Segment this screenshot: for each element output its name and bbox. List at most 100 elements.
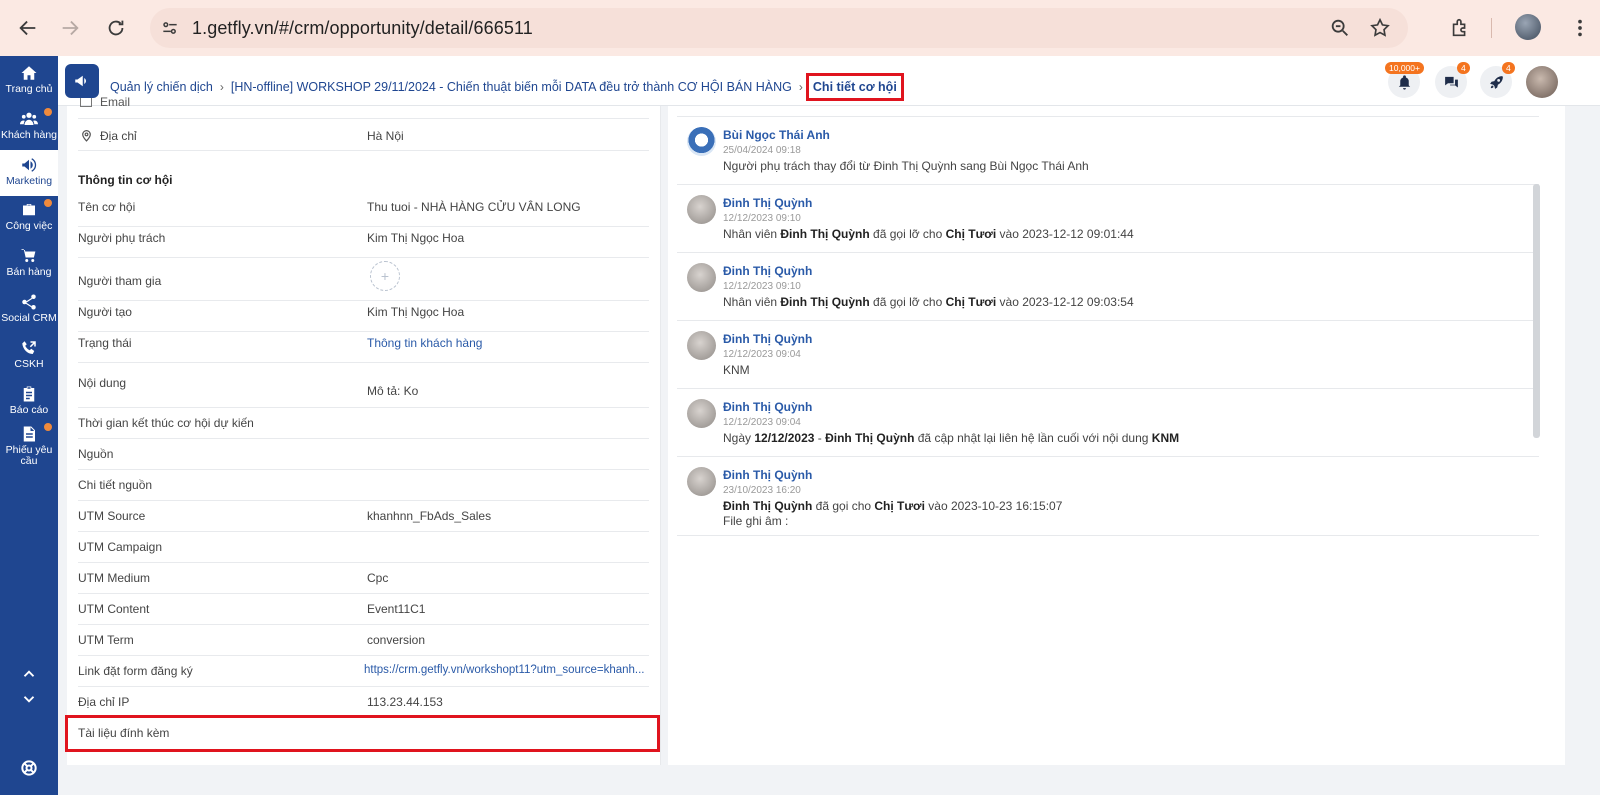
reload-icon[interactable]	[96, 8, 136, 48]
url-text: 1.getfly.vn/#/crm/opportunity/detail/666…	[192, 17, 533, 38]
briefcase-icon	[23, 204, 35, 216]
main-sidebar: Trang chủ Khách hàng Marketing Công việc…	[0, 56, 58, 795]
avatar	[687, 467, 716, 496]
field-label: Tên cơ hội	[78, 200, 136, 214]
back-icon[interactable]	[8, 8, 48, 48]
breadcrumb-campaigns[interactable]: Quản lý chiến dịch	[110, 80, 213, 94]
browser-menu-icon[interactable]	[1560, 8, 1600, 48]
megaphone-icon	[22, 158, 37, 172]
sidebar-item-requests[interactable]: Phiếu yêu cầu	[0, 423, 58, 471]
field-label: UTM Campaign	[78, 540, 163, 554]
form-link[interactable]: https://crm.getfly.vn/workshopt11?utm_so…	[364, 664, 645, 676]
field-value: Kim Thị Ngọc Hoa	[367, 231, 465, 245]
field-value: conversion	[367, 633, 426, 647]
rocket-button[interactable]: 4	[1480, 62, 1515, 98]
marketing-module-icon[interactable]	[65, 64, 99, 98]
source-detail-row: Chi tiết nguồn	[78, 470, 649, 501]
recording-label: File ghi âm :	[723, 514, 789, 528]
user-avatar[interactable]	[1526, 66, 1558, 98]
field-label: UTM Source	[78, 509, 146, 523]
sidebar-item-customers[interactable]: Khách hàng	[0, 108, 58, 150]
support-icon[interactable]	[19, 758, 39, 778]
extensions-icon[interactable]	[1440, 8, 1480, 48]
rocket-icon	[1489, 75, 1503, 89]
chat-icon	[1444, 76, 1458, 87]
activity-user-link[interactable]: Đinh Thị Quỳnh	[723, 264, 812, 278]
sidebar-item-cskh[interactable]: CSKH	[0, 339, 58, 379]
notifications-badge: 10,000+	[1385, 62, 1424, 74]
activity-time: 12/12/2023 09:04	[723, 417, 801, 428]
document-icon	[23, 426, 35, 442]
avatar	[687, 331, 716, 360]
status-link[interactable]: Thông tin khách hàng	[367, 336, 482, 350]
field-label: Trạng thái	[78, 336, 132, 350]
sidebar-item-label: Social CRM	[1, 312, 57, 324]
field-label: Chi tiết nguồn	[78, 478, 153, 492]
activity-text: Nhân viên Đinh Thị Quỳnh đã gọi lỡ cho C…	[723, 295, 1134, 309]
sidebar-item-reports[interactable]: Báo cáo	[0, 385, 58, 425]
expected-end-row: Thời gian kết thúc cơ hội dự kiến	[78, 408, 649, 439]
sidebar-item-home[interactable]: Trang chủ	[0, 64, 58, 104]
field-value: Hà Nội	[367, 129, 404, 143]
activity-user-link[interactable]: Đinh Thị Quỳnh	[723, 468, 812, 482]
activity-user-link[interactable]: Đinh Thị Quỳnh	[723, 196, 812, 210]
sidebar-item-social-crm[interactable]: Social CRM	[0, 293, 58, 333]
sidebar-item-label: Báo cáo	[9, 404, 49, 416]
bookmark-star-icon[interactable]	[1362, 8, 1398, 48]
forward-icon[interactable]	[50, 8, 90, 48]
ip-address-row: Địa chỉ IP 113.23.44.153	[78, 687, 649, 718]
field-label: Địa chỉ IP	[78, 695, 130, 709]
avatar	[687, 399, 716, 428]
activity-user-link[interactable]: Bùi Ngọc Thái Anh	[723, 128, 830, 142]
sidebar-item-label: Marketing	[5, 175, 53, 187]
activity-time: 12/12/2023 09:10	[723, 213, 801, 224]
sidebar-item-marketing[interactable]: Marketing	[0, 150, 58, 196]
activity-feed: Bùi Ngọc Thái Anh 25/04/2024 09:18 Người…	[677, 116, 1539, 536]
chat-button[interactable]: 4	[1435, 62, 1470, 98]
site-settings-icon[interactable]	[150, 8, 190, 48]
email-icon	[80, 98, 92, 107]
activity-item: Đinh Thị Quỳnh 12/12/2023 09:04 KNM	[677, 321, 1539, 389]
field-value: 113.23.44.153	[367, 695, 443, 709]
activity-item: Bùi Ngọc Thái Anh 25/04/2024 09:18 Người…	[677, 117, 1539, 185]
chevron-down-icon[interactable]	[19, 689, 39, 709]
activity-text: Người phụ trách thay đổi từ Đinh Thị Quỳ…	[723, 159, 1089, 173]
notification-dot	[44, 108, 52, 116]
activity-scrollbar[interactable]	[1533, 184, 1540, 438]
activity-user-link[interactable]: Đinh Thị Quỳnh	[723, 332, 812, 346]
zoom-icon[interactable]	[1322, 8, 1358, 48]
owner-row: Người phụ trách Kim Thị Ngọc Hoa	[78, 227, 649, 258]
activity-item: Đinh Thị Quỳnh 23/10/2023 16:20 Đinh Thị…	[677, 457, 1539, 536]
email-row: Email	[78, 95, 649, 119]
utm-campaign-row: UTM Campaign	[78, 532, 649, 563]
browser-profile-avatar[interactable]	[1515, 14, 1541, 40]
field-label: Địa chỉ	[100, 129, 137, 143]
sidebar-item-sales[interactable]: Bán hàng	[0, 247, 58, 287]
sidebar-item-tasks[interactable]: Công việc	[0, 199, 58, 241]
avatar	[687, 127, 716, 156]
chat-badge: 4	[1457, 62, 1470, 74]
address-bar[interactable]: 1.getfly.vn/#/crm/opportunity/detail/666…	[150, 8, 1408, 48]
address-row: Địa chỉ Hà Nội	[78, 119, 649, 151]
add-participant-button[interactable]: +	[370, 261, 400, 291]
activity-panel: Bùi Ngọc Thái Anh 25/04/2024 09:18 Người…	[668, 106, 1565, 765]
field-label: Nội dung	[78, 376, 127, 390]
bell-icon	[1398, 74, 1410, 90]
browser-toolbar: 1.getfly.vn/#/crm/opportunity/detail/666…	[0, 0, 1600, 56]
activity-item: Đinh Thị Quỳnh 12/12/2023 09:10 Nhân viê…	[677, 185, 1539, 253]
field-value: Thu tuoi - NHÀ HÀNG CỬU VÂN LONG	[367, 200, 581, 214]
field-label: UTM Medium	[78, 571, 151, 585]
activity-text: KNM	[723, 363, 750, 377]
users-icon	[20, 112, 38, 125]
opportunity-name-row: Tên cơ hội Thu tuoi - NHÀ HÀNG CỬU VÂN L…	[78, 196, 649, 227]
avatar	[687, 195, 716, 224]
breadcrumb-campaign[interactable]: [HN-offline] WORKSHOP 29/11/2024 - Chiến…	[231, 80, 792, 94]
form-link-row: Link đặt form đăng ký https://crm.getfly…	[78, 656, 649, 687]
utm-source-row: UTM Source khanhnn_FbAds_Sales	[78, 501, 649, 532]
share-icon	[22, 294, 36, 310]
activity-user-link[interactable]: Đinh Thị Quỳnh	[723, 400, 812, 414]
field-value: Mô tả: Ko	[367, 384, 419, 398]
notifications-button[interactable]: 10,000+	[1385, 62, 1424, 98]
chevron-up-icon[interactable]	[19, 664, 39, 684]
activity-text: Nhân viên Đinh Thị Quỳnh đã gọi lỡ cho C…	[723, 227, 1134, 241]
